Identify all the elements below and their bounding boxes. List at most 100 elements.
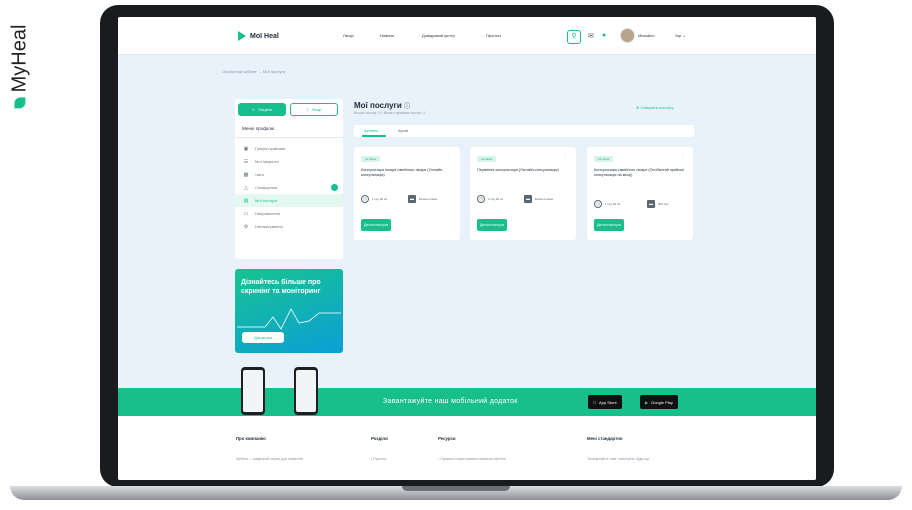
nav-news[interactable]: Новини (380, 33, 394, 38)
footer-link[interactable]: Телефонуйте нам і запитуйте будь-що (587, 457, 649, 461)
leaf-icon (14, 97, 26, 109)
tab-active[interactable]: Активні (364, 128, 378, 133)
apple-icon:  (593, 400, 596, 405)
price-text: Безкоштовно (419, 197, 438, 201)
more-icon[interactable]: ⋮ (680, 154, 685, 160)
role-doctor-label: Лікар (311, 107, 322, 112)
service-card[interactable]: Активна ⋮ Первинна консультація (Онлайн-… (470, 147, 576, 240)
create-service-button[interactable]: ⊕ Створити послугу (636, 105, 673, 110)
plus-icon: ⊕ (636, 105, 640, 110)
doctor-icon: ⚕ (306, 107, 309, 112)
site-footer: Про компанію Розділи Ресурси Мені станда… (118, 416, 816, 480)
footer-heading: Ресурси (438, 436, 456, 441)
promo-button[interactable]: Дізнатися (242, 332, 284, 343)
status-badge: Активна (361, 156, 381, 162)
logo-play-icon (238, 31, 246, 41)
app-store-button[interactable]: App Store (588, 395, 622, 409)
clock-icon: ◷ (594, 200, 602, 208)
clock-icon: ◷ (361, 195, 369, 203)
phone-mockup (241, 367, 265, 415)
footer-link[interactable]: MyHeal — медичний сервіс для пацієнтів (236, 457, 303, 461)
sidebar-item-patients[interactable]: ☰ Мої пацієнти (235, 155, 343, 168)
duration: ◷ 1 год 30 хв (477, 195, 503, 203)
sidebar-item-services[interactable]: ▤ Мої послуги (235, 194, 343, 207)
more-icon[interactable]: ⋮ (563, 154, 568, 160)
page-title-text: Мої послуги (354, 101, 402, 110)
service-details-button[interactable]: Деталі послуги (361, 219, 391, 231)
service-card[interactable]: Активна ⋮ Консультація сімейного лікаря … (587, 147, 693, 240)
site-header: Мої Heal Лікарі Новини Довідковий центр … (118, 17, 816, 55)
sidebar-item-label: Мої пацієнти (255, 159, 279, 164)
price-text: Безкоштовно (535, 197, 554, 201)
sidebar-item-label: Сповіщення (255, 185, 278, 190)
avatar[interactable] (620, 28, 635, 43)
sidebar-item-label: Направлення (255, 211, 280, 216)
footer-heading: Про компанію (236, 436, 266, 441)
breadcrumb[interactable]: Особистий кабінет → Мої послуги (222, 69, 285, 74)
price: ▬ Безкоштовно (408, 195, 437, 203)
nav-forecast[interactable]: Прогноз (486, 33, 501, 38)
promo-text: Дізнайтесь більше про скринінг та моніто… (241, 279, 321, 295)
sidebar-item-label: Налаштування (255, 224, 283, 229)
sidebar-item-schedule[interactable]: ▣ Графік прийомів (235, 142, 343, 155)
language-label: Укр (675, 33, 682, 38)
phone-mockup (294, 367, 318, 415)
service-details-button[interactable]: Деталі послуги (477, 219, 507, 231)
phone-screen (296, 370, 316, 412)
tab-archive[interactable]: Архів (398, 128, 408, 133)
bell-icon[interactable]: ● (602, 32, 606, 39)
site-logo[interactable]: Мої Heal (238, 31, 279, 41)
document-icon: ▭ (243, 210, 249, 217)
search-icon[interactable]: ⚲ (567, 30, 581, 44)
logo-text: Мої Heal (250, 32, 279, 40)
info-icon[interactable]: ⓘ (404, 104, 410, 110)
duration: ◷ 1 год 30 хв (361, 195, 387, 203)
duration-text: 1 год 30 хв (372, 197, 387, 201)
footer-link[interactable]: • Прогноз (371, 457, 386, 461)
service-title: Консультація сімейного лікаря (Особистий… (594, 168, 685, 177)
service-card[interactable]: Активна ⋮ Консультація лікаря сімейного … (354, 147, 460, 240)
sidebar-item-notifications[interactable]: △ Сповіщення (235, 181, 343, 194)
service-title: Первинна консультація (Онлайн-консультац… (477, 168, 559, 172)
page-title: Мої послуги ⓘ (354, 101, 410, 110)
nav-doctors[interactable]: Лікарі (343, 33, 354, 38)
duration-text: 1 год 30 хв (488, 197, 503, 201)
divider (235, 137, 343, 138)
status-badge: Активна (477, 156, 497, 162)
role-patient-button[interactable]: ☺ Пацієнт (238, 103, 286, 116)
create-service-label: Створити послугу (640, 105, 674, 110)
more-icon[interactable]: ⋮ (447, 154, 452, 160)
services-icon: ▤ (243, 197, 249, 204)
mail-icon[interactable]: ✉ (588, 32, 594, 40)
footer-link[interactable]: • Правила користування сервісом MyHeal (438, 457, 506, 461)
card-icon: ▬ (524, 195, 532, 203)
banner-text: Завантажуйте наш мобільний додаток (383, 398, 518, 405)
card-icon: ▬ (647, 200, 655, 208)
nav-help-center[interactable]: Довідковий центр (422, 33, 455, 38)
user-name[interactable]: Михайло (638, 33, 655, 38)
user-icon: ☺ (251, 107, 256, 112)
laptop-notch (402, 486, 510, 491)
sidebar-item-settings[interactable]: ⚙ Налаштування (235, 220, 343, 233)
google-play-label: Google Play (651, 399, 673, 405)
sidebar-menu: ▣ Графік прийомів ☰ Мої пацієнти ▩ Чати △ Сп… (235, 142, 343, 233)
duration-text: 1 год 30 хв (605, 202, 620, 206)
page-subtitle: Всього послуг: 3 • Всього архівних послу… (354, 111, 426, 115)
app-store-label: App Store (596, 399, 617, 405)
google-play-button[interactable]: ▶ Google Play (640, 395, 678, 409)
toggle-indicator[interactable] (331, 184, 338, 191)
role-patient-label: Пацієнт (258, 107, 273, 112)
sidebar-item-referrals[interactable]: ▭ Направлення (235, 207, 343, 220)
service-details-button[interactable]: Деталі послуги (594, 219, 624, 231)
calendar-icon: ▣ (243, 145, 249, 152)
chat-icon: ▩ (243, 171, 249, 178)
sidebar-title: Меню профілю (242, 126, 275, 131)
brand-logo-vertical: MyHeal (8, 25, 31, 109)
language-select[interactable]: Укр ⌄ (675, 33, 686, 38)
laptop-screen: Мої Heal Лікарі Новини Довідковий центр … (118, 17, 816, 480)
sidebar-item-chats[interactable]: ▩ Чати (235, 168, 343, 181)
role-doctor-button[interactable]: ⚕ Лікар (290, 103, 338, 116)
tabs: Активні Архів (354, 125, 694, 137)
footer-heading: Мені стандартно (587, 436, 623, 441)
phone-screen (243, 370, 263, 412)
